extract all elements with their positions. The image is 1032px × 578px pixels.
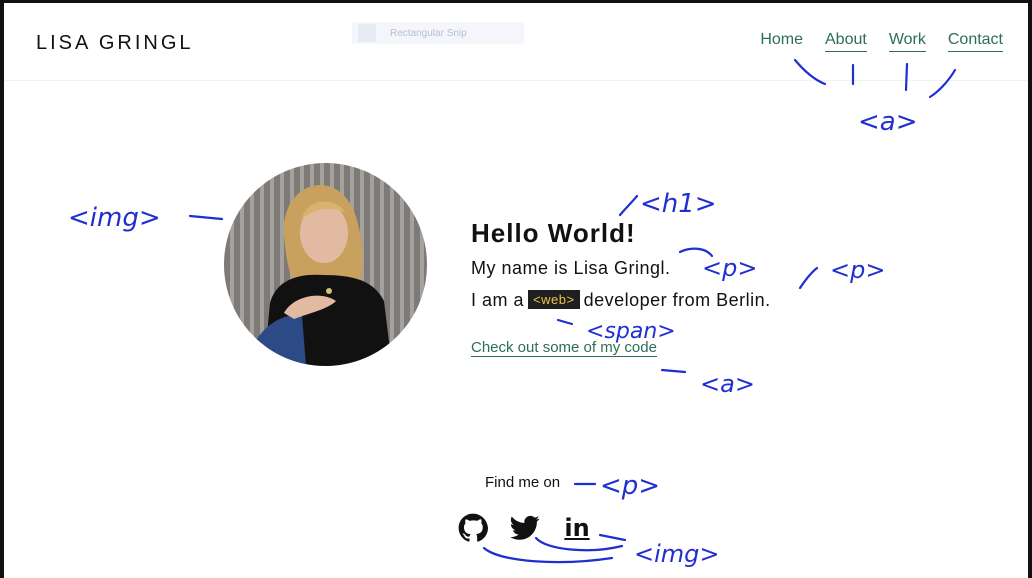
find-me-text: Find me on [485, 474, 561, 491]
snip-icon [358, 24, 376, 42]
nav-contact[interactable]: Contact [947, 31, 1003, 52]
intro-name-line: My name is Lisa Gringl. [471, 258, 671, 278]
main-nav: Home About Work Contact [760, 31, 1003, 52]
screenshot-frame [0, 0, 1032, 578]
header-divider [4, 80, 1028, 81]
nav-work[interactable]: Work [888, 31, 926, 52]
github-icon[interactable] [456, 512, 490, 544]
rectangular-snip-overlay: Rectangular Snip [352, 22, 524, 44]
code-link[interactable]: Check out some of my code [471, 339, 657, 357]
twitter-icon[interactable] [508, 512, 542, 544]
snip-label: Rectangular Snip [390, 27, 467, 39]
role-suffix: developer from Berlin. [583, 290, 771, 310]
profile-photo-illustration [244, 185, 392, 366]
site-brand[interactable]: LISA GRINGL [36, 32, 194, 55]
linkedin-icon[interactable]: in [560, 512, 594, 544]
role-prefix: I am a [471, 290, 525, 310]
hero-heading: Hello World! [471, 218, 636, 248]
nav-about[interactable]: About [825, 31, 867, 52]
nav-home[interactable]: Home [760, 31, 803, 52]
intro-section: Hello World! My name is Lisa Gringl. I a… [471, 218, 770, 357]
social-links: in [456, 512, 594, 544]
web-tag: <web> [528, 290, 580, 309]
profile-photo [224, 163, 427, 366]
intro-role-line: I am a <web> developer from Berlin. [471, 290, 771, 311]
